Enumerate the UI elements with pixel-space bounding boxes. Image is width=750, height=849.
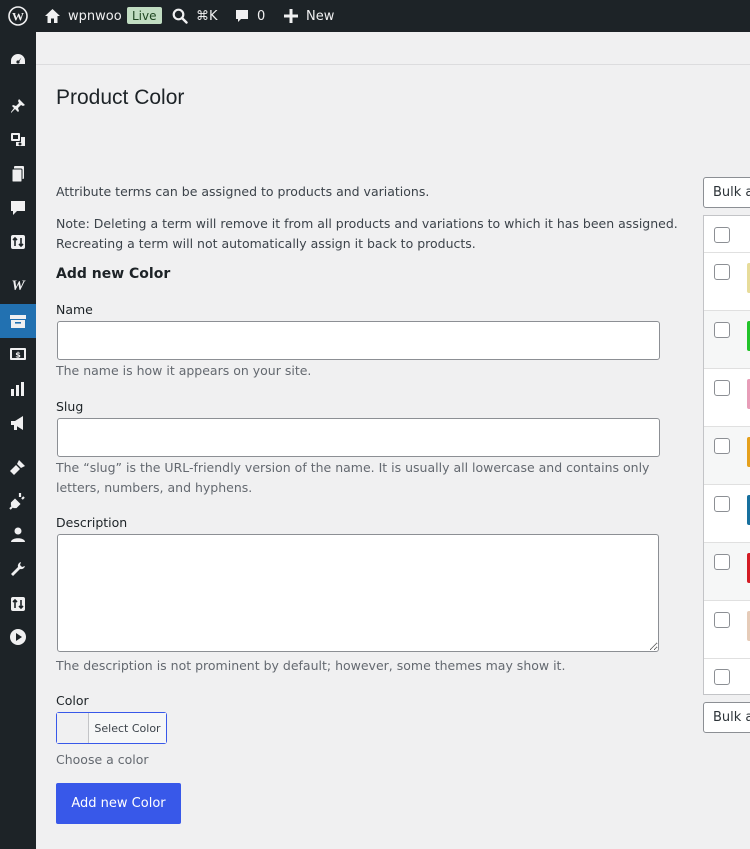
table-row bbox=[704, 485, 750, 543]
table-row bbox=[704, 253, 750, 311]
name-help: The name is how it appears on your site. bbox=[56, 363, 312, 378]
page-title: Product Color bbox=[56, 86, 185, 109]
color-picker-button[interactable]: Select Color bbox=[56, 712, 167, 744]
comments-count[interactable]: 0 bbox=[257, 0, 265, 32]
color-help: Choose a color bbox=[56, 752, 149, 767]
description-textarea[interactable] bbox=[57, 534, 659, 652]
comment-icon[interactable] bbox=[234, 0, 250, 32]
select-all-checkbox-footer[interactable] bbox=[714, 669, 730, 685]
woocommerce-icon[interactable]: W bbox=[0, 268, 36, 302]
select-all-checkbox[interactable] bbox=[714, 227, 730, 243]
note-line-2: Recreating a term will not automatically… bbox=[56, 236, 476, 251]
pin-icon[interactable] bbox=[0, 89, 36, 123]
live-badge: Live bbox=[127, 7, 162, 24]
row-checkbox[interactable] bbox=[714, 322, 730, 338]
settings-icon[interactable] bbox=[0, 587, 36, 621]
svg-text:$: $ bbox=[15, 350, 21, 359]
play-icon[interactable] bbox=[0, 620, 36, 654]
svg-text:W: W bbox=[11, 278, 26, 292]
slug-help: The “slug” is the URL-friendly version o… bbox=[56, 460, 650, 495]
color-preview-swatch bbox=[57, 713, 89, 743]
row-checkbox[interactable] bbox=[714, 264, 730, 280]
table-row bbox=[704, 369, 750, 427]
row-checkbox[interactable] bbox=[714, 380, 730, 396]
form-heading: Add new Color bbox=[56, 266, 171, 282]
pages-icon[interactable] bbox=[0, 157, 36, 191]
row-checkbox[interactable] bbox=[714, 612, 730, 628]
name-label: Name bbox=[56, 302, 93, 317]
users-icon[interactable] bbox=[0, 518, 36, 552]
dashboard-icon[interactable] bbox=[0, 43, 36, 77]
site-name-link[interactable]: wpnwoo bbox=[68, 0, 122, 32]
search-shortcut[interactable]: ⌘K bbox=[196, 0, 218, 32]
intro-text: Attribute terms can be assigned to produ… bbox=[56, 184, 430, 199]
slug-label: Slug bbox=[56, 399, 84, 414]
search-icon[interactable] bbox=[172, 0, 188, 32]
table-header-row bbox=[704, 216, 750, 253]
table-row bbox=[704, 601, 750, 659]
terms-table bbox=[703, 215, 750, 695]
add-new-color-button[interactable]: Add new Color bbox=[56, 783, 181, 824]
select-color-label: Select Color bbox=[89, 713, 166, 743]
row-checkbox[interactable] bbox=[714, 554, 730, 570]
payments-icon[interactable]: $ bbox=[0, 337, 36, 371]
appearance-icon[interactable] bbox=[0, 450, 36, 484]
comments-icon[interactable] bbox=[0, 191, 36, 225]
new-content-link[interactable]: New bbox=[306, 0, 334, 32]
feedback-icon[interactable] bbox=[0, 225, 36, 259]
media-icon[interactable] bbox=[0, 123, 36, 157]
table-footer-row bbox=[704, 659, 750, 696]
table-row bbox=[704, 543, 750, 601]
slug-input[interactable] bbox=[57, 418, 660, 457]
products-icon[interactable] bbox=[0, 304, 36, 338]
wordpress-logo-icon[interactable]: W bbox=[0, 0, 36, 32]
description-label: Description bbox=[56, 515, 128, 530]
table-row bbox=[704, 311, 750, 369]
bulk-actions-select-bottom[interactable]: Bulk actions bbox=[703, 702, 750, 733]
marketing-icon[interactable] bbox=[0, 406, 36, 440]
tools-icon[interactable] bbox=[0, 552, 36, 586]
svg-text:W: W bbox=[12, 10, 24, 24]
home-icon[interactable] bbox=[44, 0, 61, 32]
name-input[interactable] bbox=[57, 321, 660, 360]
color-label: Color bbox=[56, 693, 89, 708]
admin-bar: W wpnwoo Live ⌘K 0 New bbox=[0, 0, 750, 32]
row-checkbox[interactable] bbox=[714, 496, 730, 512]
bulk-actions-select-top[interactable]: Bulk actions bbox=[703, 177, 750, 208]
description-help: The description is not prominent by defa… bbox=[56, 658, 566, 673]
plugins-icon[interactable] bbox=[0, 484, 36, 518]
top-strip bbox=[36, 32, 750, 65]
plus-icon[interactable] bbox=[284, 0, 298, 32]
note-line-1: Note: Deleting a term will remove it fro… bbox=[56, 216, 678, 231]
admin-menu: W $ bbox=[0, 32, 36, 849]
table-row bbox=[704, 427, 750, 485]
row-checkbox[interactable] bbox=[714, 438, 730, 454]
analytics-icon[interactable] bbox=[0, 372, 36, 406]
